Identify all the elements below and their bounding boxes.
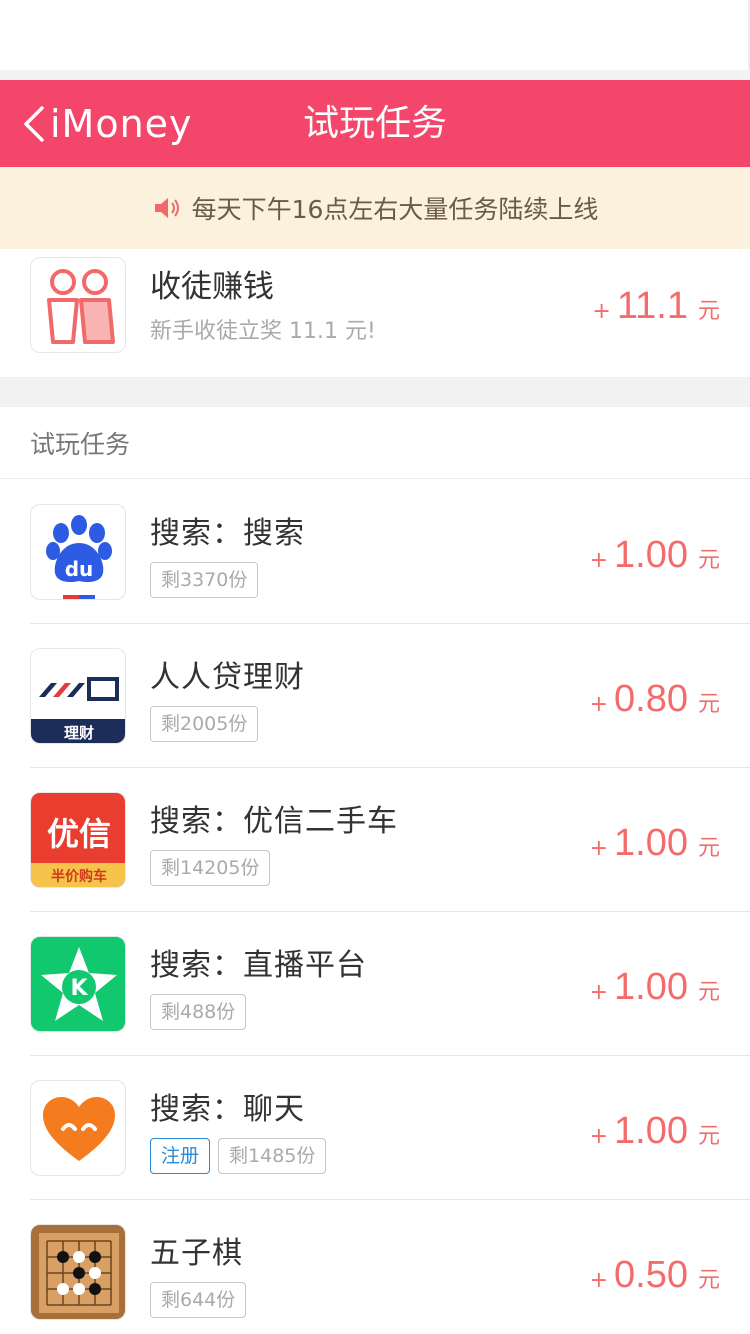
reward-unit: 元 (697, 692, 720, 717)
remaining-tag: 剩3370份 (150, 562, 259, 598)
reward-unit: 元 (697, 836, 720, 861)
task-tags: 剩488份 (150, 994, 247, 1030)
reward-amount: 0.80 (614, 678, 688, 720)
svg-text:du: du (65, 557, 94, 581)
task-row[interactable]: 理财 人人贷理财 剩2005份 + 0.80 元 (0, 624, 750, 768)
reward-unit: 元 (697, 1268, 720, 1293)
reward-plus: + (589, 836, 609, 861)
reward-amount: 1.00 (614, 534, 688, 576)
remaining-tag: 剩644份 (150, 1282, 247, 1318)
task-reward: + 1.00 元 (590, 822, 720, 865)
task-reward: + 1.00 元 (590, 1110, 720, 1153)
task-reward: + 0.80 元 (590, 678, 720, 721)
section-gap (0, 377, 750, 407)
task-row[interactable]: du 搜索：搜索 剩3370份 + 1.00 元 (0, 480, 750, 624)
icon-text: 理财 (64, 724, 94, 742)
youxin-icon: 优信 半价购车 (30, 792, 126, 888)
remaining-tag: 剩14205份 (150, 850, 271, 886)
invite-subtitle: 新手收徒立奖 11.1 元! (150, 319, 376, 344)
task-tags: 剩2005份 (150, 706, 259, 742)
speaker-icon (154, 198, 179, 218)
notice-text: 每天下午16点左右大量任务陆续上线 (191, 195, 599, 224)
invite-title: 收徒赚钱 (150, 269, 274, 305)
nav-bar: iMoney 试玩任务 (0, 80, 750, 167)
renrendai-icon: 理财 (30, 648, 126, 744)
icon-text: K (70, 976, 88, 1001)
reward-amount: 0.50 (614, 1254, 688, 1296)
task-title: 搜索：优信二手车 (150, 804, 398, 839)
reward-plus: + (589, 1124, 609, 1149)
reward-unit: 元 (697, 1124, 720, 1149)
invite-reward: + 11.1 元 (592, 285, 720, 328)
task-reward: + 1.00 元 (590, 966, 720, 1009)
task-tags: 剩644份 (150, 1282, 247, 1318)
reward-plus: + (589, 1268, 609, 1293)
baidu-icon: du (30, 504, 126, 600)
status-bar-divider (0, 70, 750, 80)
kuaishou-k-icon: K (30, 936, 126, 1032)
reward-unit: 元 (697, 548, 720, 573)
remaining-tag: 剩1485份 (218, 1138, 327, 1174)
heart-chat-icon (30, 1080, 126, 1176)
reward-unit: 元 (697, 299, 720, 324)
notice-banner: 每天下午16点左右大量任务陆续上线 (0, 167, 750, 249)
register-tag: 注册 (150, 1138, 211, 1174)
task-tags: 剩3370份 (150, 562, 259, 598)
task-reward: + 0.50 元 (590, 1254, 720, 1297)
task-row[interactable]: 五子棋 剩644份 + 0.50 元 (0, 1200, 750, 1334)
page-title: 试玩任务 (302, 103, 447, 144)
task-title: 搜索：直播平台 (150, 948, 367, 983)
reward-plus: + (589, 980, 609, 1005)
reward-amount: 1.00 (614, 822, 688, 864)
invite-task-row[interactable]: 收徒赚钱 新手收徒立奖 11.1 元! + 11.1 元 (0, 249, 750, 377)
reward-plus: + (589, 548, 609, 573)
reward-amount: 11.1 (616, 285, 688, 327)
section-label: 试玩任务 (30, 430, 131, 459)
remaining-tag: 剩488份 (150, 994, 247, 1030)
task-row[interactable]: 搜索：聊天 注册 剩1485份 + 1.00 元 (0, 1056, 750, 1200)
task-title: 搜索：搜索 (150, 516, 305, 551)
task-tags: 剩14205份 (150, 850, 271, 886)
remaining-tag: 剩2005份 (150, 706, 259, 742)
reward-plus: + (592, 299, 611, 324)
task-title: 搜索：聊天 (150, 1092, 305, 1127)
gomoku-icon (30, 1224, 126, 1320)
icon-text: 优信 (47, 815, 111, 853)
reward-amount: 1.00 (614, 966, 688, 1008)
icon-subtext: 半价购车 (51, 868, 107, 885)
task-row[interactable]: K 搜索：直播平台 剩488份 + 1.00 元 (0, 912, 750, 1056)
task-title: 人人贷理财 (150, 660, 305, 695)
reward-unit: 元 (697, 980, 720, 1005)
task-tags: 注册 剩1485份 (150, 1138, 327, 1174)
reward-plus: + (589, 692, 609, 717)
invite-people-icon (30, 257, 126, 353)
task-reward: + 1.00 元 (590, 534, 720, 577)
status-bar-area (0, 0, 750, 70)
section-header: 试玩任务 (0, 407, 750, 479)
task-title: 五子棋 (150, 1236, 243, 1271)
reward-amount: 1.00 (614, 1110, 688, 1152)
task-row[interactable]: 优信 半价购车 搜索：优信二手车 剩14205份 + 1.00 元 (0, 768, 750, 912)
